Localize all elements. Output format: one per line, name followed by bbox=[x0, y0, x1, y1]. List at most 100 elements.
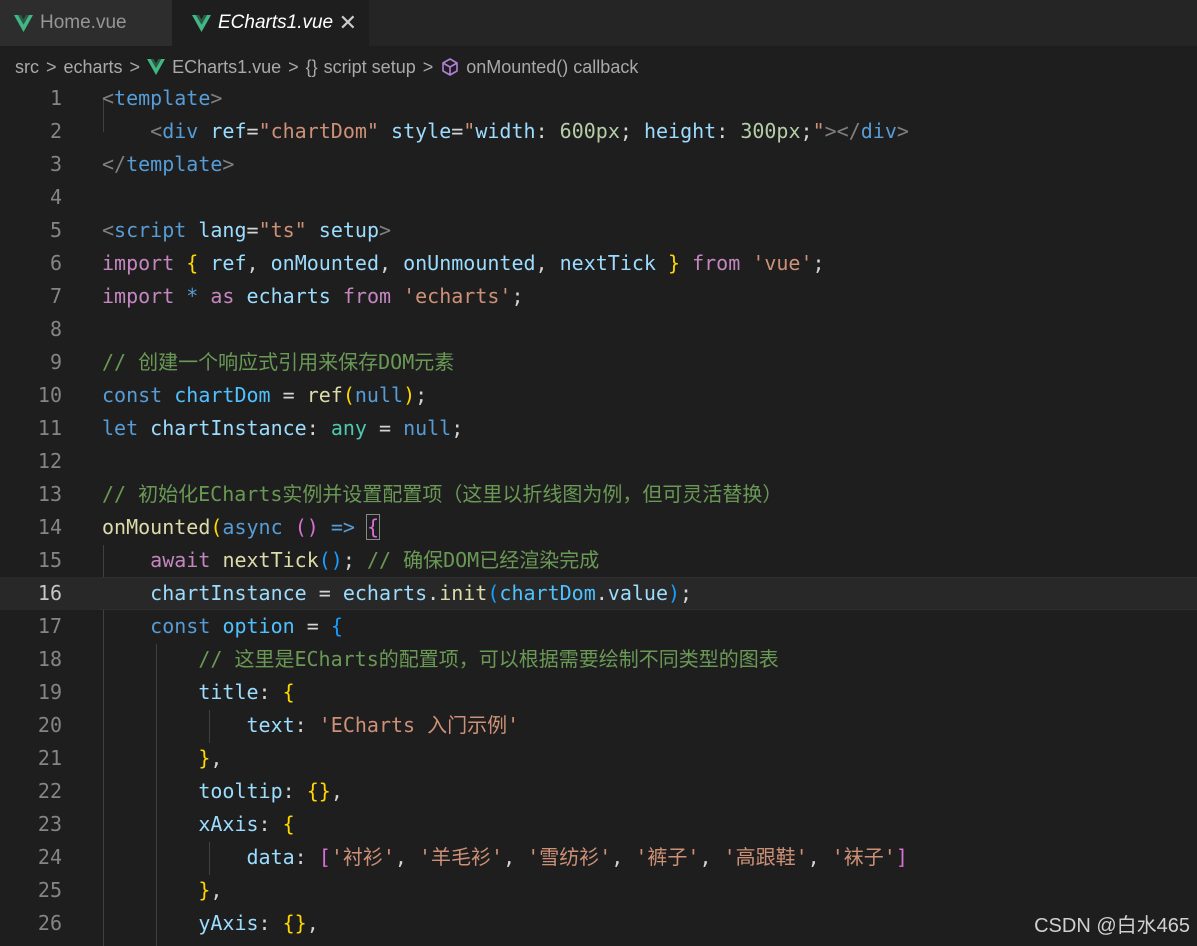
code-line[interactable]: 2 <div ref="chartDom" style="width: 600p… bbox=[0, 115, 1197, 148]
code-line[interactable]: 10 const chartDom = ref(null); bbox=[0, 379, 1197, 412]
code-line[interactable]: 20 text: 'ECharts 入门示例' bbox=[0, 709, 1197, 742]
code-text: onMounted(async () => { bbox=[102, 511, 381, 544]
code-editor[interactable]: 1 <template> 2 <div ref="chartDom" style="… bbox=[0, 82, 1197, 946]
code-token: ; bbox=[812, 251, 825, 275]
code-line[interactable]: 7 import * as echarts from 'echarts'; bbox=[0, 280, 1197, 313]
code-token: , bbox=[210, 878, 223, 902]
code-token: option bbox=[222, 614, 295, 638]
code-token: : bbox=[716, 119, 741, 143]
code-line[interactable]: 24 data: ['衬衫', '羊毛衫', '雪纺衫', '裤子', '高跟鞋… bbox=[0, 841, 1197, 874]
code-token: import bbox=[102, 251, 175, 275]
code-line[interactable]: 14 onMounted(async () => { bbox=[0, 511, 1197, 544]
code-line[interactable]: 18 // 这里是ECharts的配置项，可以根据需要绘制不同类型的图表 bbox=[0, 643, 1197, 676]
code-line[interactable]: 13 // 初始化ECharts实例并设置配置项（这里以折线图为例，但可灵活替换） bbox=[0, 478, 1197, 511]
code-token: setup bbox=[318, 218, 379, 242]
line-number: 12 bbox=[37, 449, 62, 473]
code-line[interactable]: 4 bbox=[0, 181, 1197, 214]
code-line[interactable]: 3 </template> bbox=[0, 148, 1197, 181]
code-token: { bbox=[186, 251, 199, 275]
code-line[interactable]: 25 }, bbox=[0, 874, 1197, 907]
line-number: 5 bbox=[49, 218, 62, 242]
code-token: ( bbox=[342, 383, 355, 407]
code-token: ; bbox=[342, 548, 367, 572]
code-line[interactable]: 21 }, bbox=[0, 742, 1197, 775]
breadcrumb-item-src[interactable]: src bbox=[15, 57, 39, 78]
tab-home-vue[interactable]: Home.vue bbox=[0, 0, 172, 46]
code-token: // 创建一个响应式引用来保存DOM元素 bbox=[102, 350, 455, 374]
code-token: = bbox=[270, 383, 307, 407]
code-text: }, bbox=[102, 742, 222, 775]
code-token: text bbox=[246, 713, 295, 737]
close-icon[interactable]: ✕ bbox=[339, 10, 357, 36]
code-text: </template> bbox=[102, 148, 234, 181]
code-line[interactable]: 9 // 创建一个响应式引用来保存DOM元素 bbox=[0, 346, 1197, 379]
code-text: chartInstance = echarts.init(chartDom.va… bbox=[102, 577, 692, 610]
code-line[interactable]: 12 bbox=[0, 445, 1197, 478]
code-line[interactable]: 23 xAxis: { bbox=[0, 808, 1197, 841]
code-token: await bbox=[150, 548, 211, 572]
code-line[interactable]: 5 <script lang="ts" setup> bbox=[0, 214, 1197, 247]
chevron-right-icon: > bbox=[288, 56, 299, 77]
code-token: { bbox=[282, 680, 295, 704]
breadcrumb-item-file[interactable]: ECharts1.vue bbox=[172, 57, 281, 78]
code-line[interactable]: 16 chartInstance = echarts.init(chartDom… bbox=[0, 577, 1197, 610]
code-line[interactable]: 19 title: { bbox=[0, 676, 1197, 709]
code-token: import bbox=[102, 284, 175, 308]
code-token: lang bbox=[198, 218, 247, 242]
code-token: ; bbox=[451, 416, 464, 440]
code-token: nextTick bbox=[559, 251, 656, 275]
code-line[interactable]: 17 const option = { bbox=[0, 610, 1197, 643]
code-token: > bbox=[210, 86, 223, 110]
code-token: . bbox=[427, 581, 440, 605]
code-token: {} bbox=[282, 911, 307, 935]
code-text: let chartInstance: any = null; bbox=[102, 412, 463, 445]
code-text: // 这里是ECharts的配置项，可以根据需要绘制不同类型的图表 bbox=[102, 643, 778, 676]
code-token: yAxis bbox=[198, 911, 259, 935]
breadcrumb-item-callback[interactable]: onMounted() callback bbox=[466, 57, 638, 78]
code-token: * bbox=[186, 284, 199, 308]
code-token: async bbox=[222, 515, 283, 539]
code-line[interactable]: 8 bbox=[0, 313, 1197, 346]
tab-echarts1-vue[interactable]: ECharts1.vue ✕ bbox=[172, 0, 369, 46]
code-token: = bbox=[294, 614, 331, 638]
code-token: '高跟鞋' bbox=[723, 845, 808, 869]
tab-label: ECharts1.vue bbox=[218, 12, 334, 33]
code-token: title bbox=[198, 680, 259, 704]
code-line[interactable]: 22 tooltip: {}, bbox=[0, 775, 1197, 808]
code-token: const bbox=[150, 614, 211, 638]
code-line[interactable]: 15 await nextTick(); // 确保DOM已经渲染完成 bbox=[0, 544, 1197, 577]
code-token: ref bbox=[306, 383, 343, 407]
code-token: 'vue' bbox=[752, 251, 813, 275]
code-line[interactable]: 1 <template> bbox=[0, 82, 1197, 115]
code-text: tooltip: {}, bbox=[102, 775, 343, 808]
code-line[interactable]: 11 let chartInstance: any = null; bbox=[0, 412, 1197, 445]
code-token: width bbox=[475, 119, 536, 143]
line-number: 18 bbox=[37, 647, 62, 671]
code-token: ; bbox=[619, 119, 644, 143]
code-token: ] bbox=[895, 845, 908, 869]
code-token: { bbox=[365, 514, 381, 540]
code-token: as bbox=[210, 284, 235, 308]
code-text: // 初始化ECharts实例并设置配置项（这里以折线图为例，但可灵活替换） bbox=[102, 478, 782, 511]
breadcrumb-item-echarts[interactable]: echarts bbox=[64, 57, 123, 78]
code-line[interactable]: 26 yAxis: {}, bbox=[0, 907, 1197, 940]
code-token: ref bbox=[210, 251, 247, 275]
breadcrumb-item-script-setup[interactable]: script setup bbox=[324, 57, 416, 78]
code-text: xAxis: { bbox=[102, 808, 294, 841]
code-token: echarts bbox=[246, 284, 331, 308]
code-token: , bbox=[246, 251, 271, 275]
code-line[interactable]: 6 import { ref, onMounted, onUnmounted, n… bbox=[0, 247, 1197, 280]
code-token: = bbox=[246, 218, 259, 242]
code-token: 600px bbox=[559, 119, 620, 143]
code-text: const option = { bbox=[102, 610, 343, 643]
